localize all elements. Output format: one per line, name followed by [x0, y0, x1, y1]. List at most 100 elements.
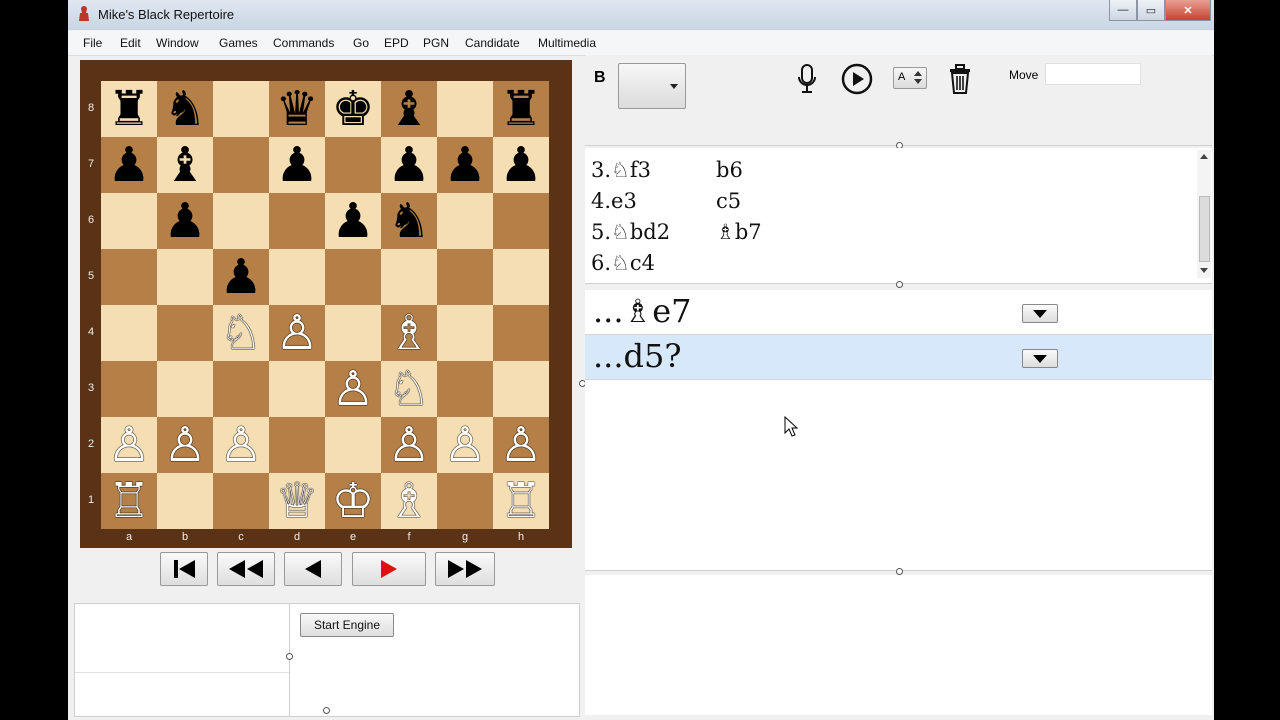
black-pawn-piece[interactable]: ♟: [499, 141, 542, 189]
board-square-f2[interactable]: ♙: [381, 417, 437, 473]
black-pawn-piece[interactable]: ♟: [443, 141, 486, 189]
menu-window[interactable]: Window: [156, 36, 199, 50]
black-pawn-piece[interactable]: ♟: [387, 141, 430, 189]
white-pawn-piece[interactable]: ♙: [331, 365, 374, 413]
menu-games[interactable]: Games: [219, 36, 258, 50]
splitter-handle[interactable]: [323, 707, 330, 714]
board-square-f5[interactable]: [381, 249, 437, 305]
board-square-b5[interactable]: [157, 249, 213, 305]
board-square-a7[interactable]: ♟: [101, 137, 157, 193]
move-black[interactable]: b6: [716, 158, 743, 182]
board-square-c3[interactable]: [213, 361, 269, 417]
board-square-c1[interactable]: [213, 473, 269, 529]
microphone-icon[interactable]: [796, 63, 818, 95]
board-square-g1[interactable]: [437, 473, 493, 529]
side-dropdown[interactable]: [618, 63, 686, 109]
black-pawn-piece[interactable]: ♟: [163, 197, 206, 245]
annotation-spinner[interactable]: A: [893, 67, 927, 89]
board-square-f3[interactable]: ♘: [381, 361, 437, 417]
candidate-row-selected[interactable]: ...d5?: [585, 335, 1212, 380]
board-square-c6[interactable]: [213, 193, 269, 249]
move-white[interactable]: 4.e3: [591, 189, 637, 213]
board-square-e6[interactable]: ♟: [325, 193, 381, 249]
scroll-thumb[interactable]: [1199, 196, 1210, 262]
board-square-e3[interactable]: ♙: [325, 361, 381, 417]
prev-move-button[interactable]: [284, 552, 342, 586]
fast-back-button[interactable]: [217, 552, 275, 586]
move-black[interactable]: ♗b7: [716, 220, 762, 244]
board-square-g6[interactable]: [437, 193, 493, 249]
board-square-e8[interactable]: ♚: [325, 81, 381, 137]
board-square-a2[interactable]: ♙: [101, 417, 157, 473]
menu-epd[interactable]: EPD: [384, 36, 409, 50]
menu-file[interactable]: File: [83, 36, 102, 50]
black-knight-piece[interactable]: ♞: [163, 85, 206, 133]
board-square-e4[interactable]: [325, 305, 381, 361]
black-pawn-piece[interactable]: ♟: [107, 141, 150, 189]
board-square-g4[interactable]: [437, 305, 493, 361]
board-square-e7[interactable]: [325, 137, 381, 193]
board-square-g5[interactable]: [437, 249, 493, 305]
trash-icon[interactable]: [947, 63, 973, 95]
board-square-g8[interactable]: [437, 81, 493, 137]
splitter-handle[interactable]: [896, 281, 903, 288]
board-square-b2[interactable]: ♙: [157, 417, 213, 473]
board-square-h3[interactable]: [493, 361, 549, 417]
move-white[interactable]: 6.♘c4: [591, 251, 655, 275]
white-rook-piece[interactable]: ♖: [107, 477, 150, 525]
white-knight-piece[interactable]: ♘: [219, 309, 262, 357]
splitter-handle[interactable]: [896, 568, 903, 575]
board-square-h2[interactable]: ♙: [493, 417, 549, 473]
menu-go[interactable]: Go: [353, 36, 369, 50]
board-square-d1[interactable]: ♕: [269, 473, 325, 529]
board-square-d7[interactable]: ♟: [269, 137, 325, 193]
menu-multimedia[interactable]: Multimedia: [538, 36, 596, 50]
white-pawn-piece[interactable]: ♙: [275, 309, 318, 357]
board-square-c7[interactable]: [213, 137, 269, 193]
board-square-e2[interactable]: [325, 417, 381, 473]
board-square-a5[interactable]: [101, 249, 157, 305]
white-rook-piece[interactable]: ♖: [499, 477, 542, 525]
board-square-f6[interactable]: ♞: [381, 193, 437, 249]
board-square-b6[interactable]: ♟: [157, 193, 213, 249]
black-pawn-piece[interactable]: ♟: [275, 141, 318, 189]
board-square-d6[interactable]: [269, 193, 325, 249]
white-queen-piece[interactable]: ♕: [275, 477, 318, 525]
splitter-handle[interactable]: [286, 653, 293, 660]
board-square-h8[interactable]: ♜: [493, 81, 549, 137]
board-square-b3[interactable]: [157, 361, 213, 417]
board-square-c4[interactable]: ♘: [213, 305, 269, 361]
close-button[interactable]: ✕: [1165, 0, 1211, 21]
white-pawn-piece[interactable]: ♙: [443, 421, 486, 469]
board-square-c8[interactable]: [213, 81, 269, 137]
menu-candidate[interactable]: Candidate: [465, 36, 520, 50]
fast-forward-button[interactable]: [435, 552, 495, 586]
move-input[interactable]: [1045, 63, 1141, 85]
board-square-b7[interactable]: ♝: [157, 137, 213, 193]
black-knight-piece[interactable]: ♞: [387, 197, 430, 245]
board-square-a4[interactable]: [101, 305, 157, 361]
move-black[interactable]: c5: [716, 189, 741, 213]
board-square-h4[interactable]: [493, 305, 549, 361]
board-square-g7[interactable]: ♟: [437, 137, 493, 193]
black-pawn-piece[interactable]: ♟: [331, 197, 374, 245]
white-knight-piece[interactable]: ♘: [387, 365, 430, 413]
menu-pgn[interactable]: PGN: [423, 36, 449, 50]
move-white[interactable]: 3.♘f3: [591, 158, 651, 182]
board-square-h1[interactable]: ♖: [493, 473, 549, 529]
start-engine-button[interactable]: Start Engine: [300, 613, 394, 637]
scroll-up-icon[interactable]: [1200, 154, 1208, 159]
board-square-a8[interactable]: ♜: [101, 81, 157, 137]
board-square-b8[interactable]: ♞: [157, 81, 213, 137]
white-pawn-piece[interactable]: ♙: [163, 421, 206, 469]
board-square-d4[interactable]: ♙: [269, 305, 325, 361]
black-bishop-piece[interactable]: ♝: [163, 141, 206, 189]
white-king-piece[interactable]: ♔: [331, 477, 374, 525]
white-pawn-piece[interactable]: ♙: [107, 421, 150, 469]
board-square-d5[interactable]: [269, 249, 325, 305]
board-square-h7[interactable]: ♟: [493, 137, 549, 193]
black-king-piece[interactable]: ♚: [331, 85, 374, 133]
chess-board[interactable]: ♜ ♞ ♛ ♚ ♝ ♜ ♟ ♝ ♟ ♟ ♟ ♟ ♟ ♟ ♞ ♟ ♘ ♙ ♗ ♙ ♘ ♙ ♙ ♙ ♙ ♙ ♙ ♖ ♕ ♔ ♗ ♖: [101, 81, 549, 529]
white-pawn-piece[interactable]: ♙: [387, 421, 430, 469]
play-button[interactable]: [352, 552, 426, 586]
